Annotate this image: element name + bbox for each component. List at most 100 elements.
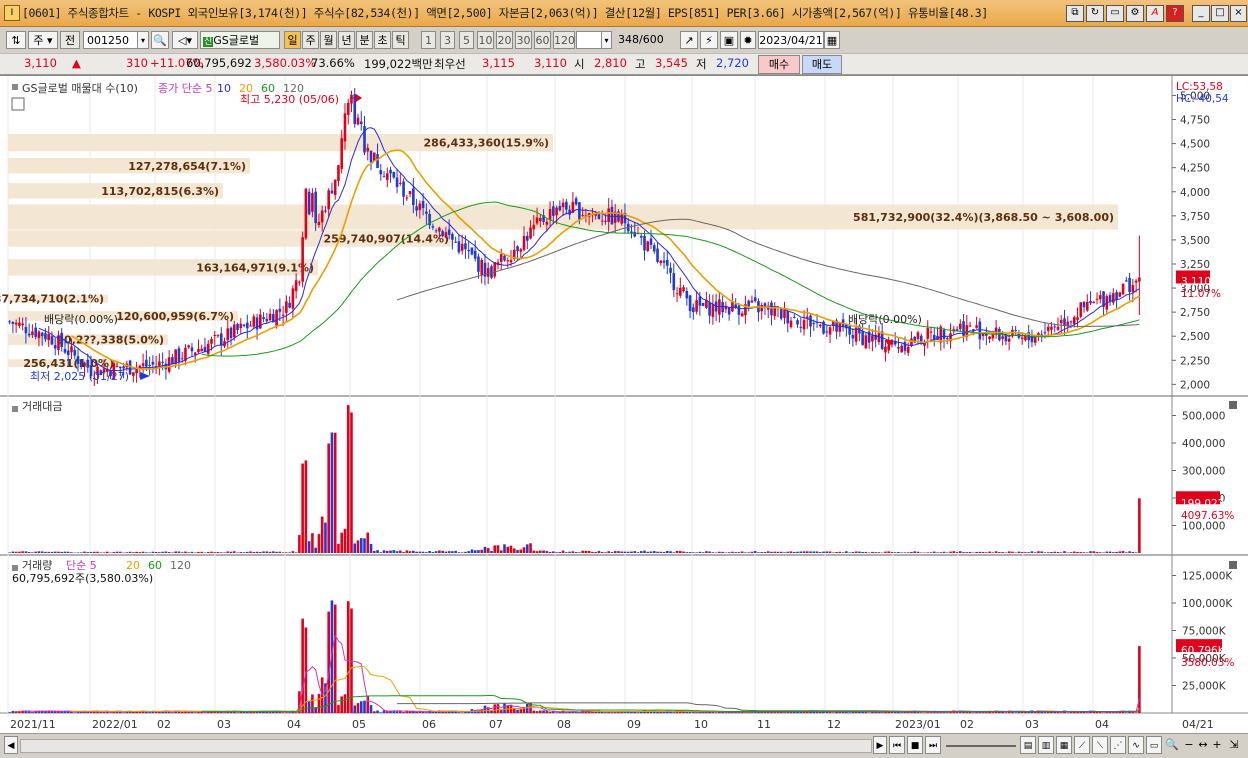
candle-body <box>933 335 936 339</box>
minute-option-5[interactable]: 5 <box>459 31 474 49</box>
scroll-right-icon[interactable]: ▶ <box>873 736 887 754</box>
amount-bar <box>402 552 405 553</box>
draw-tool-icon-3[interactable]: ⋰ <box>1110 736 1126 754</box>
maximize-icon[interactable]: □ <box>1211 5 1229 22</box>
amount-bar <box>887 551 890 553</box>
layout-icon-3[interactable]: ▦ <box>1056 736 1072 754</box>
close-icon[interactable]: × <box>1230 5 1247 22</box>
volume-bar <box>516 710 519 713</box>
grid-toggle-icon <box>12 98 24 110</box>
link-icon[interactable]: ⧉ <box>1066 5 1084 22</box>
stock-chart[interactable]: 5,0004,7504,5004,2504,0003,7503,5003,250… <box>0 76 1248 733</box>
calendar-icon[interactable]: ▦ <box>824 31 840 49</box>
candle-body <box>910 338 913 346</box>
prev-button[interactable]: 전 <box>60 31 80 49</box>
amount-bar <box>230 552 233 553</box>
draw-tool-icon-4[interactable]: ∿ <box>1128 736 1144 754</box>
volume-bar <box>445 712 448 713</box>
forward-icon[interactable]: ⏭ <box>925 736 941 754</box>
amount-bar <box>243 552 246 553</box>
candle-body <box>80 360 83 365</box>
minute-option-60[interactable]: 60 <box>534 31 551 49</box>
scroll-left-icon[interactable]: ◀ <box>4 736 18 754</box>
draw-tool-icon-1[interactable]: ⟋ <box>1074 736 1090 754</box>
month-label: 2023/01 <box>895 718 941 731</box>
volume-profile-label: 581,732,900(32.4%)(3,868.50 ~ 3,608.00) <box>853 211 1114 224</box>
volume-pct: 3,580.03% <box>254 56 316 70</box>
chart-area[interactable]: 5,0004,7504,5004,2504,0003,7503,5003,250… <box>0 75 1248 733</box>
candle-body <box>575 198 578 204</box>
window-icon[interactable]: ▭ <box>1106 5 1124 22</box>
minimize-icon[interactable]: _ <box>1192 5 1210 22</box>
pan-icon[interactable]: ↔ <box>1196 736 1210 754</box>
gear-icon[interactable]: ⚙ <box>1126 5 1144 22</box>
zoom-slider[interactable] <box>946 745 1016 747</box>
minute-option-3[interactable]: 3 <box>440 31 455 49</box>
minute-option-120[interactable]: 120 <box>553 31 575 49</box>
count-dropdown-icon[interactable]: ▾ <box>601 31 612 49</box>
date-input[interactable]: 2023/04/21 <box>758 31 824 49</box>
candle-body <box>917 332 920 339</box>
stock-name-field[interactable]: 신GS글로벌 <box>200 31 280 49</box>
volume-profile-label: 120,600,959(6.7%) <box>116 310 234 323</box>
amount-bar <box>568 552 571 553</box>
candle-body <box>347 103 350 115</box>
a-icon[interactable]: A <box>1146 5 1164 22</box>
pointer-icon[interactable]: ↗ <box>680 31 698 49</box>
search-icon[interactable]: 🔍 <box>151 31 169 49</box>
amount-bar <box>523 547 526 553</box>
amount-bar <box>839 552 842 553</box>
buy-button[interactable]: 매수 <box>758 55 800 74</box>
candle-body <box>285 301 288 312</box>
amount-bar <box>64 552 67 553</box>
fit-icon[interactable]: ⇲ <box>1226 736 1242 754</box>
layout-icon-1[interactable]: ▤ <box>1020 736 1036 754</box>
help-icon[interactable]: ? <box>1166 5 1184 22</box>
amount-bar <box>751 552 754 553</box>
period-button-3[interactable]: 년 <box>338 31 355 49</box>
volume-bar <box>539 711 542 713</box>
amount-bar <box>1063 551 1066 553</box>
period-button-1[interactable]: 주 <box>302 31 319 49</box>
period-button-2[interactable]: 월 <box>320 31 337 49</box>
amount-bar <box>624 552 627 553</box>
pin-icon[interactable]: ⇅ <box>6 31 26 49</box>
candle-body <box>406 197 409 198</box>
candle-body <box>741 313 744 316</box>
candle-body <box>650 239 653 245</box>
amount-bar <box>178 551 181 553</box>
zoom-search-icon[interactable]: 🔍 <box>1164 736 1180 754</box>
layout-icon-2[interactable]: ▥ <box>1038 736 1054 754</box>
chart-tool-icon[interactable]: ⚡ <box>700 31 718 49</box>
settings-icon[interactable]: ✹ <box>740 31 756 49</box>
volume-bar <box>301 619 304 713</box>
minute-option-1[interactable]: 1 <box>421 31 436 49</box>
candle-body <box>331 191 334 194</box>
candle-body <box>422 201 425 208</box>
period-button-0[interactable]: 일 <box>284 31 301 49</box>
candle-body <box>500 254 503 262</box>
minute-option-30[interactable]: 30 <box>515 31 532 49</box>
sell-button[interactable]: 매도 <box>802 55 842 74</box>
period-button-5[interactable]: 초 <box>374 31 391 49</box>
refresh-icon[interactable]: ↻ <box>1086 5 1104 22</box>
amount-bar <box>83 552 86 553</box>
type-select[interactable]: 주 ▾ <box>28 31 58 49</box>
minute-option-20[interactable]: 20 <box>496 31 513 49</box>
speaker-icon[interactable]: ◁▾ <box>172 31 198 49</box>
minute-option-10[interactable]: 10 <box>477 31 494 49</box>
stop-icon[interactable]: ■ <box>907 736 923 754</box>
panel-icon[interactable]: ▭ <box>1146 736 1162 754</box>
code-dropdown-icon[interactable]: ▾ <box>137 31 149 49</box>
rewind-icon[interactable]: ⏮ <box>889 736 905 754</box>
zoom-in-icon[interactable]: + <box>1210 736 1224 754</box>
zoom-out-icon[interactable]: − <box>1182 736 1196 754</box>
candle-body <box>1050 327 1053 330</box>
period-button-4[interactable]: 분 <box>356 31 373 49</box>
period-button-6[interactable]: 틱 <box>392 31 409 49</box>
volume-bar <box>461 712 464 713</box>
scrollbar-track[interactable] <box>20 739 872 753</box>
amount-bar <box>1119 551 1122 553</box>
save-icon[interactable]: ▣ <box>720 31 738 49</box>
draw-tool-icon-2[interactable]: ⟍ <box>1092 736 1108 754</box>
